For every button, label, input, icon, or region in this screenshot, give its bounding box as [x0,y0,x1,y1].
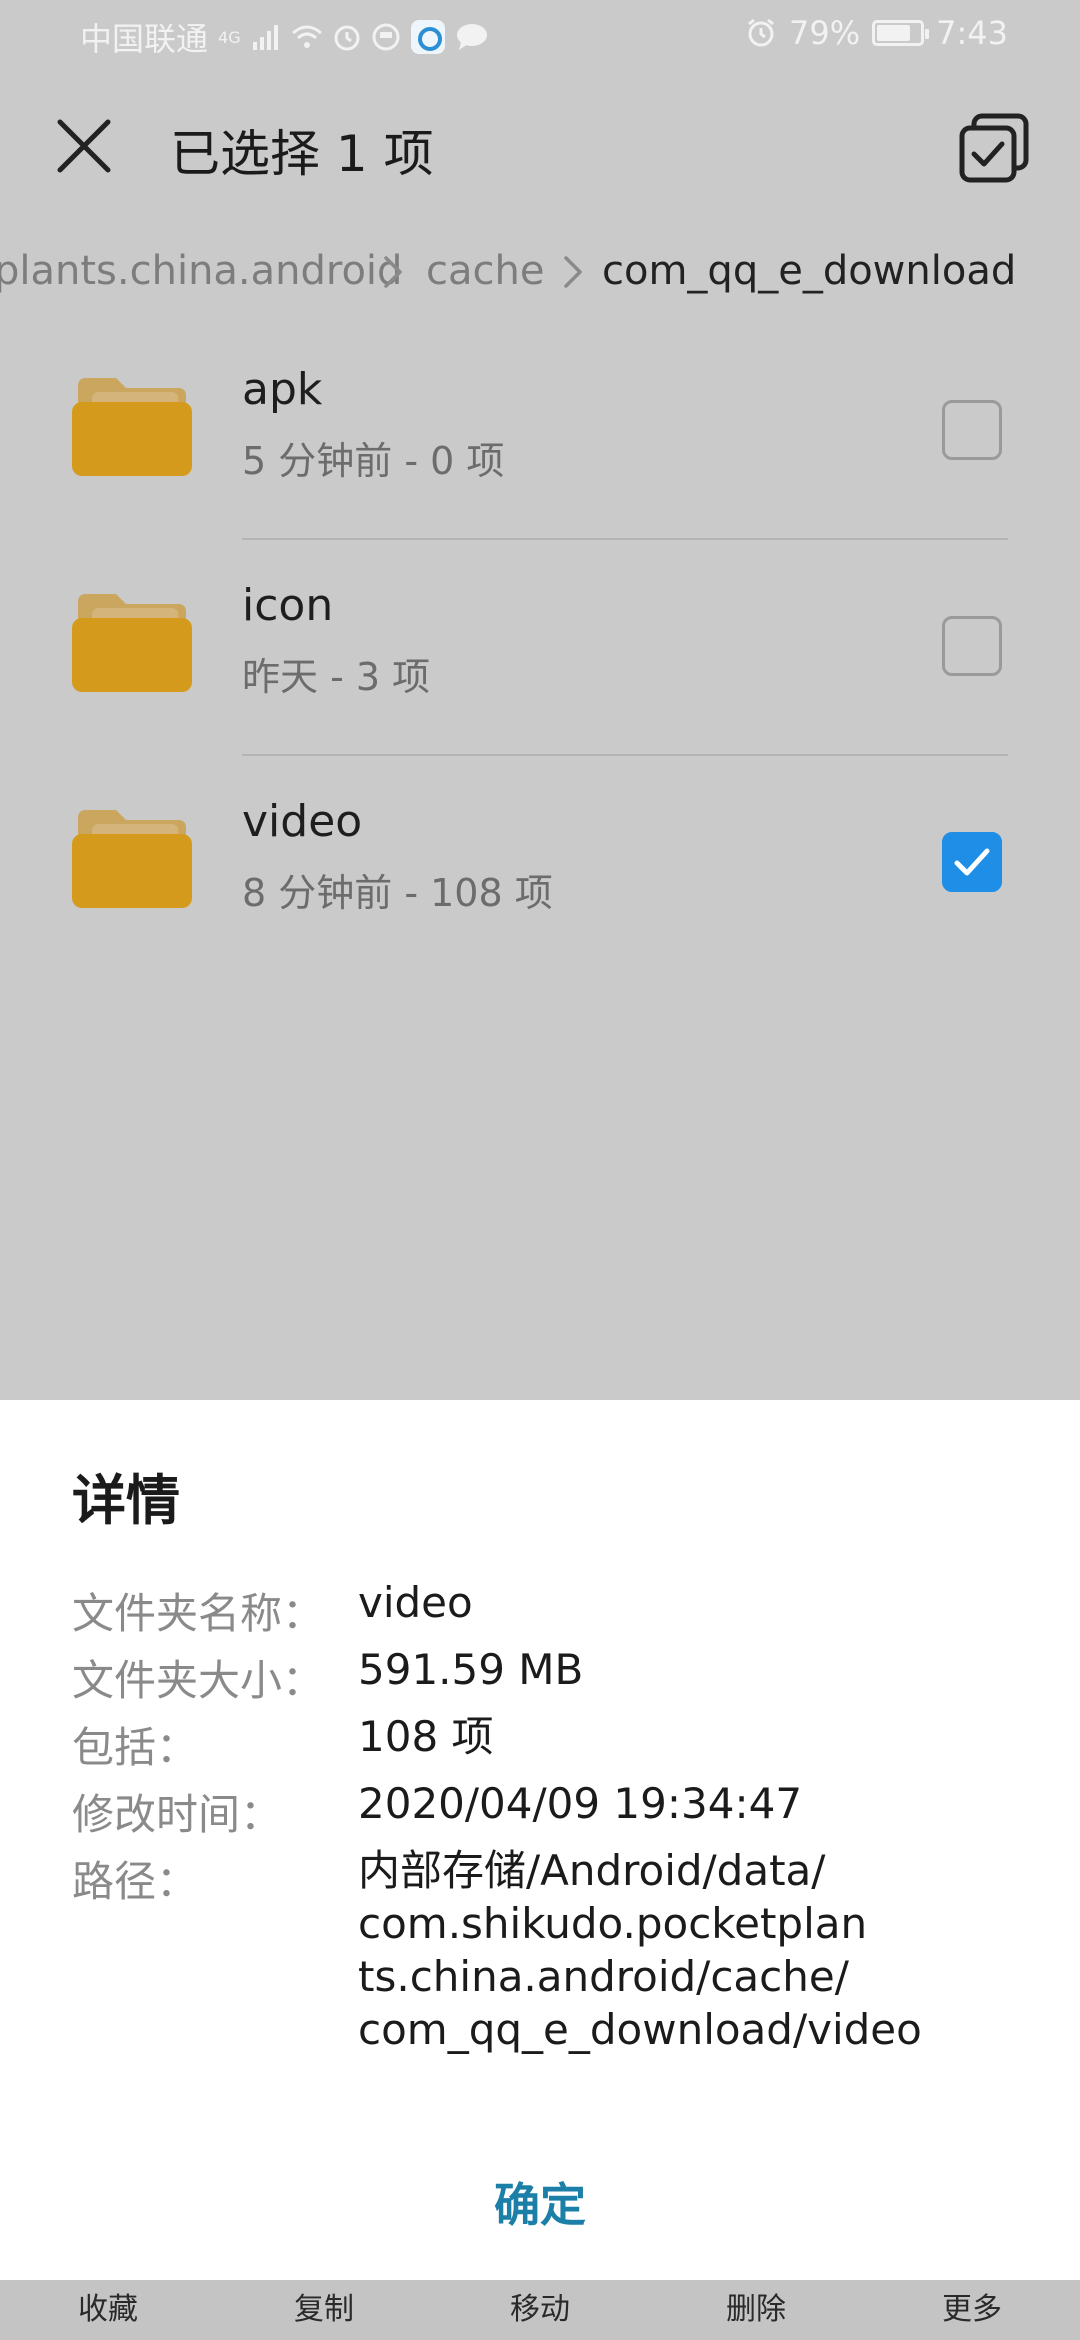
detail-value-path: 内部存储/Android/data/ com.shikudo.pocketpla… [358,1844,922,2056]
signal-icon [252,25,278,50]
detail-value-modified: 2020/04/09 19:34:47 [358,1779,803,1828]
message-icon [456,24,487,50]
file-meta: 5 分钟前 - 0 项 [242,439,505,483]
select-checkbox[interactable] [942,400,1002,460]
list-item[interactable]: apk 5 分钟前 - 0 项 [0,324,1080,540]
carrier-label: 中国联通 [80,20,209,58]
confirm-button[interactable]: 确定 [0,2160,1080,2250]
file-meta: 8 分钟前 - 108 项 [242,871,553,915]
select-all-icon [959,113,1029,183]
breadcrumb-item-current[interactable]: com_qq_e_download [602,248,1016,294]
face-app-icon [372,23,400,51]
network-type: 4G [218,27,241,47]
select-all-button[interactable] [954,106,1034,186]
detail-value-includes: 108 项 [358,1712,494,1761]
app-notification-icon [410,20,445,54]
bottom-action-bar: 收藏 复制 移动 删除 更多 [0,2280,1080,2340]
action-copy-button[interactable]: 复制 [216,2280,432,2340]
wifi-icon [291,25,322,48]
battery-icon [872,20,930,46]
action-move-button[interactable]: 移动 [432,2280,648,2340]
timer-icon [334,25,360,51]
detail-label-modified: 修改时间： [72,1790,283,1839]
file-meta: 昨天 - 3 项 [242,655,431,699]
chevron-right-icon [564,256,582,288]
title-bar: 已选择 1 项 [0,72,1080,222]
alarm-icon [748,18,774,47]
status-right: 79% 7:43 [745,14,1008,52]
close-button[interactable] [46,108,122,184]
detail-label-path: 路径： [72,1857,199,1906]
path-line: com_qq_e_download/video [358,2005,922,2054]
select-checkbox[interactable] [942,832,1002,892]
breadcrumb-item-parent[interactable]: plants.china.android [0,248,402,294]
check-icon [954,848,990,876]
list-item[interactable]: video 8 分钟前 - 108 项 [0,756,1080,972]
folder-icon [72,810,192,908]
status-left: 中国联通 4G [80,14,489,60]
path-line: com.shikudo.pocketplan [358,1899,868,1948]
folder-icon [72,378,192,476]
detail-label-folder-name: 文件夹名称： [72,1589,325,1638]
details-dialog: 详情 文件夹名称： video 文件夹大小： 591.59 MB 包括： 108… [0,1400,1080,2280]
list-item[interactable]: icon 昨天 - 3 项 [0,540,1080,756]
path-line: ts.china.android/cache/ [358,1952,849,2001]
status-bar: 中国联通 4G 79% 7:43 [0,0,1080,72]
breadcrumb: plants.china.android cache com_qq_e_down… [0,240,1080,304]
path-line: 内部存储/Android/data/ [358,1846,826,1895]
chevron-right-icon [384,256,402,288]
detail-value-folder-size: 591.59 MB [358,1645,584,1694]
breadcrumb-item-cache[interactable]: cache [426,248,544,294]
action-more-button[interactable]: 更多 [864,2280,1080,2340]
detail-value-folder-name: video [358,1578,473,1627]
clock: 7:43 [936,14,1008,52]
detail-label-includes: 包括： [72,1723,199,1772]
file-name: icon [242,580,334,631]
file-name: video [242,796,363,847]
folder-icon [72,594,192,692]
select-checkbox[interactable] [942,616,1002,676]
close-icon [57,119,111,173]
battery-percent: 79% [789,14,861,52]
action-delete-button[interactable]: 删除 [648,2280,864,2340]
file-name: apk [242,364,323,415]
dialog-title: 详情 [72,1469,180,1532]
action-favorite-button[interactable]: 收藏 [0,2280,216,2340]
page-title: 已选择 1 项 [170,125,434,183]
detail-label-folder-size: 文件夹大小： [72,1656,325,1705]
